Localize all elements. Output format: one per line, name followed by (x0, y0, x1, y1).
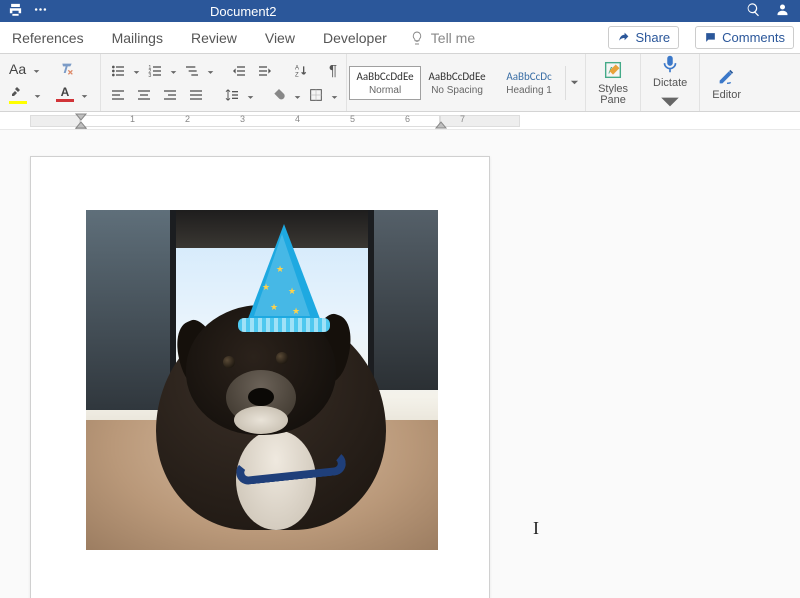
page[interactable]: ★ ★ ★ ★ ★ (30, 156, 490, 598)
chevron-down-icon (659, 91, 681, 113)
highlight-color-swatch (9, 101, 27, 104)
borders-button[interactable] (305, 85, 327, 105)
style-label: Normal (356, 85, 414, 96)
share-button[interactable]: Share (608, 26, 679, 49)
styles-gallery: AaBbCcDdEe Normal AaBbCcDdEe No Spacing … (347, 54, 586, 111)
ruler-number: 1 (130, 114, 135, 124)
chevron-down-icon[interactable] (170, 67, 177, 74)
ruler-number: 6 (405, 114, 410, 124)
hanging-indent-marker[interactable] (74, 120, 88, 130)
svg-text:3: 3 (148, 73, 151, 79)
editor-label: Editor (712, 89, 741, 101)
share-icon (617, 31, 630, 44)
tab-mailings[interactable]: Mailings (106, 26, 169, 50)
ruler-number: 3 (240, 114, 245, 124)
clear-formatting-button[interactable] (56, 59, 78, 79)
sort-button[interactable]: AZ (290, 61, 312, 81)
tab-review[interactable]: Review (185, 26, 243, 50)
tab-view[interactable]: View (259, 26, 301, 50)
styles-pane-icon: A (602, 59, 624, 81)
styles-pane-group: A Styles Pane (586, 54, 641, 111)
style-label: No Spacing (428, 85, 486, 96)
tab-developer[interactable]: Developer (317, 26, 393, 50)
editor-button[interactable]: Editor (706, 65, 747, 101)
inserted-image[interactable]: ★ ★ ★ ★ ★ (86, 210, 438, 550)
microphone-icon (659, 53, 681, 75)
ruler-number: 5 (350, 114, 355, 124)
align-left-button[interactable] (107, 85, 129, 105)
title-bar: Document2 (0, 0, 800, 22)
style-normal[interactable]: AaBbCcDdEe Normal (349, 66, 421, 100)
align-right-button[interactable] (159, 85, 181, 105)
ribbon-tabs: References Mailings Review View Develope… (0, 22, 800, 54)
comments-label: Comments (722, 30, 785, 45)
chevron-down-icon[interactable] (34, 91, 41, 98)
styles-pane-label2: Pane (600, 94, 626, 106)
search-icon[interactable] (746, 2, 761, 20)
show-marks-button[interactable]: ¶ (326, 60, 340, 81)
right-indent-marker[interactable] (434, 120, 448, 130)
chevron-down-icon[interactable] (81, 91, 88, 98)
ruler-number: 7 (460, 114, 465, 124)
chevron-down-icon (570, 78, 579, 87)
bullets-button[interactable] (107, 61, 129, 81)
highlight-color-button[interactable] (6, 83, 30, 106)
increase-indent-button[interactable] (254, 61, 276, 81)
style-sample: AaBbCcDc (500, 70, 558, 83)
document-area[interactable]: ★ ★ ★ ★ ★ I (0, 130, 800, 598)
lightbulb-icon (409, 30, 425, 46)
line-spacing-button[interactable] (221, 85, 243, 105)
chevron-down-icon[interactable] (331, 92, 338, 99)
chevron-down-icon[interactable] (133, 67, 140, 74)
justify-button[interactable] (185, 85, 207, 105)
print-icon[interactable] (8, 2, 23, 20)
change-case-button[interactable]: Aa (6, 59, 29, 79)
editor-group: Editor (700, 54, 753, 111)
style-sample: AaBbCcDdEe (428, 70, 486, 83)
align-center-button[interactable] (133, 85, 155, 105)
decrease-indent-button[interactable] (228, 61, 250, 81)
dictate-group: Dictate (641, 54, 700, 111)
style-heading-1[interactable]: AaBbCcDc Heading 1 (493, 66, 565, 100)
multilevel-list-button[interactable] (181, 61, 203, 81)
shading-button[interactable] (268, 85, 290, 105)
font-group: Aa A (0, 54, 101, 111)
comments-button[interactable]: Comments (695, 26, 794, 49)
ruler-number: 4 (295, 114, 300, 124)
text-cursor-icon: I (533, 518, 539, 539)
chevron-down-icon[interactable] (207, 67, 214, 74)
tab-references[interactable]: References (6, 26, 90, 50)
paragraph-group: 123 AZ ¶ (101, 54, 347, 111)
account-icon[interactable] (775, 2, 790, 20)
editor-icon (716, 65, 738, 87)
style-label: Heading 1 (500, 85, 558, 96)
chevron-down-icon[interactable] (294, 92, 301, 99)
numbering-button[interactable]: 123 (144, 61, 166, 81)
dictate-label: Dictate (653, 77, 687, 89)
dictate-button[interactable]: Dictate (647, 53, 693, 113)
svg-text:A: A (295, 65, 299, 71)
chevron-down-icon[interactable] (247, 92, 254, 99)
font-color-swatch (56, 99, 74, 102)
more-icon[interactable] (33, 2, 48, 20)
style-sample: AaBbCcDdEe (356, 70, 414, 83)
style-no-spacing[interactable]: AaBbCcDdEe No Spacing (421, 66, 493, 100)
document-title: Document2 (180, 4, 746, 19)
styles-gallery-more[interactable] (565, 66, 583, 100)
tell-me-label: Tell me (431, 30, 475, 46)
ruler-number: 2 (185, 114, 190, 124)
svg-text:Z: Z (295, 72, 299, 78)
ribbon: Aa A (0, 54, 800, 112)
styles-pane-button[interactable]: A Styles Pane (592, 59, 634, 106)
tell-me[interactable]: Tell me (409, 30, 475, 46)
share-label: Share (635, 30, 670, 45)
comments-icon (704, 31, 717, 44)
horizontal-ruler[interactable]: 1 2 3 4 5 6 7 (0, 112, 800, 130)
font-color-button[interactable]: A (53, 85, 77, 104)
chevron-down-icon[interactable] (33, 66, 40, 73)
